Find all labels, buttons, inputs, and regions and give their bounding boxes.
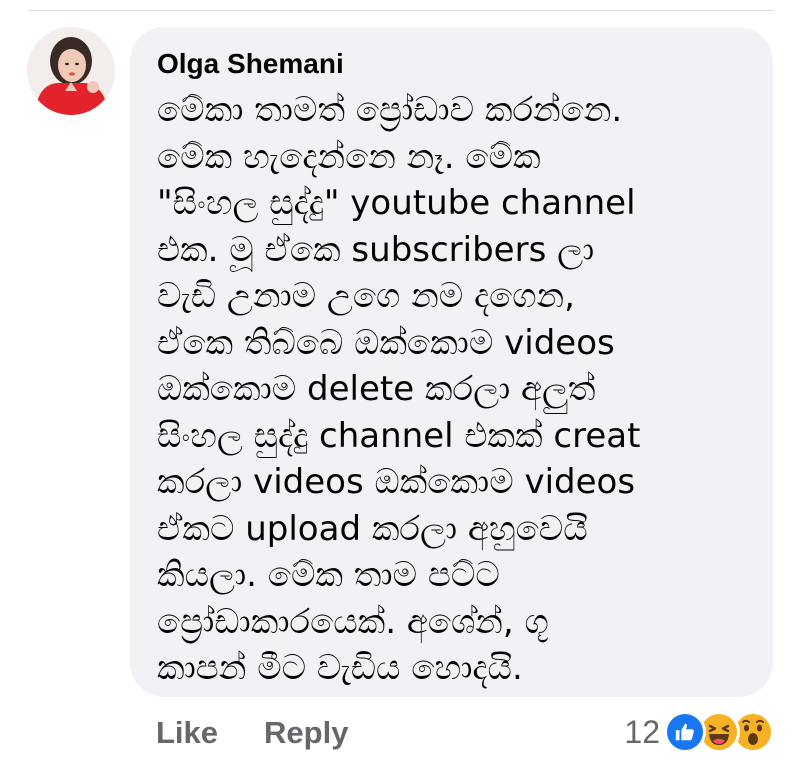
comment-bubble: Olga Shemani මේකා තාමත් ප්‍රෝඩාව කරන්නෙ.…: [130, 27, 773, 697]
reply-button[interactable]: Reply: [264, 715, 348, 751]
comment-line: මේකා තාමත් ප්‍රෝඩාව කරන්නෙ.: [157, 90, 623, 130]
comment-actions: Like Reply: [156, 713, 348, 753]
avatar-image: [27, 27, 115, 115]
like-button[interactable]: Like: [156, 715, 218, 751]
like-icon: [664, 711, 706, 753]
comment-line: "සිංහල සුද්දු" youtube channel: [157, 183, 636, 223]
reaction-icons: [664, 711, 774, 753]
comment-line: ඒකට upload කරලා අහුවෙයි: [157, 508, 588, 549]
reaction-count: 12: [624, 713, 660, 750]
comment-author[interactable]: Olga Shemani: [157, 47, 753, 81]
comment-line: ඒකෙ තිබ්බෙ ඔක්කොම videos: [157, 322, 615, 363]
comment-line: එක. මූ ඒකෙ subscribers ලා: [157, 229, 595, 270]
comment-line: සිංහල සුද්දු channel එකක් creat: [157, 415, 641, 456]
comment-line: කරලා videos ඔක්කොම videos: [157, 462, 636, 502]
top-divider: [28, 10, 774, 11]
avatar[interactable]: [27, 27, 115, 115]
comment-line: ඔක්කොම delete කරලා අලුත්: [157, 369, 596, 409]
comment-line: ප්‍රෝඩාකාරයෙක්. අශේන්, ගූ: [157, 601, 549, 642]
comment-line: කියලා. මේක තාම පට්ට: [157, 555, 500, 595]
comment-text: මේකා තාමත් ප්‍රෝඩාව කරන්නෙ. මේක හැදෙන්නෙ…: [157, 87, 753, 692]
comment-line: මේක හැදෙන්නෙ නෑ. මේක: [157, 136, 541, 177]
reactions-summary[interactable]: 12: [624, 708, 774, 756]
comment-line: වැඩි උනාම උගෙ නම දගෙන,: [157, 276, 575, 316]
comment-line: කාපන් මීට වැඩිය හොදයි.: [157, 648, 523, 688]
